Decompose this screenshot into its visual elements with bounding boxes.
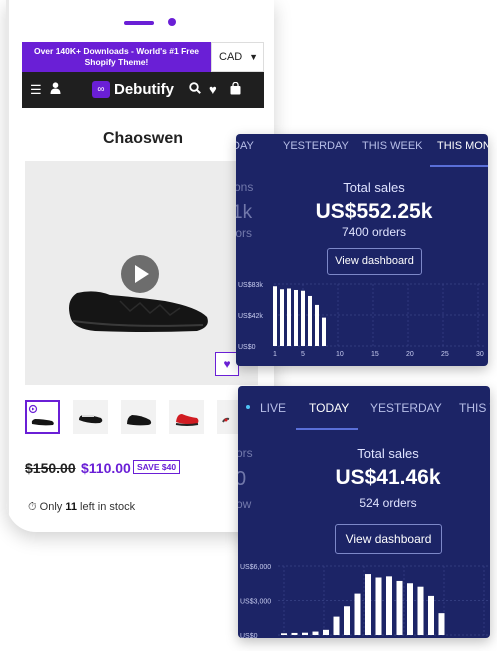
x-tick-label: 25 [441,351,449,358]
currency-value: CAD [219,51,243,63]
x-tick-label: 10 [336,351,344,358]
bar [396,580,403,635]
bar [280,289,284,346]
phone-camera [168,18,176,26]
bar [273,286,277,346]
y-tick-label: US$0 [240,633,258,638]
bar [315,304,319,346]
total-sales-value: US$552.25k [315,200,433,223]
bar [428,595,434,635]
ghost-text: tors [236,226,253,240]
price-compare: $150.00 [25,460,76,476]
stock-suffix: left in stock [80,501,136,513]
stopwatch-icon: ⏱ [28,501,37,513]
thumbnail-2[interactable] [73,400,108,434]
stock-prefix: Only [39,501,63,513]
phone-notch [76,0,206,36]
thumbnail-1[interactable] [25,400,60,434]
thumbnail-4[interactable] [169,400,204,434]
ghost-text: 0 [238,468,247,490]
bar [375,577,382,635]
logo-text[interactable]: Debutify [114,81,174,98]
thumbnail-3[interactable] [121,400,156,434]
bar [407,583,413,635]
live-dot-icon [246,405,250,409]
bar [386,576,392,635]
phone-speaker [124,21,154,25]
bar [291,632,298,635]
x-tick-label: 15 [371,351,379,358]
tab-this-week[interactable]: THIS W [459,401,490,415]
bag-icon[interactable] [230,81,241,98]
bar [322,317,326,346]
menu-icon[interactable]: ☰ [30,82,42,98]
total-sales-label: Total sales [357,446,419,461]
x-tick-label: 1 [273,351,277,358]
orders-count: 524 orders [359,496,417,510]
bar [333,616,340,635]
tab-this-week[interactable]: THIS WEEK [362,140,423,152]
stock-count: 11 [65,501,77,513]
bar [308,295,312,346]
analytics-panel-today: LIVE TODAY YESTERDAY THIS W ors 0 ow Tot… [238,386,490,638]
x-tick-label: 30 [476,351,484,358]
bar [365,574,371,635]
active-tab-indicator [430,165,488,167]
y-tick-label: US$83k [238,282,263,289]
bar [438,613,445,635]
bar [301,290,305,346]
user-icon[interactable] [50,82,61,97]
promo-banner[interactable]: Over 140K+ Downloads - World's #1 Free S… [22,42,211,72]
currency-select[interactable]: CAD ▼ [211,42,264,72]
ghost-text: ow [238,497,252,511]
product-image[interactable]: ♥ [25,161,258,385]
tab-live[interactable]: LIVE [260,401,286,415]
bar [344,606,350,635]
heart-icon[interactable]: ♥ [209,82,217,97]
tab-day[interactable]: DAY [236,140,254,152]
bar [323,629,329,635]
y-tick-label: US$3,000 [240,599,271,606]
tab-yesterday[interactable]: YESTERDAY [370,401,442,415]
view-dashboard-button[interactable]: View dashboard [327,248,422,275]
bar [294,289,298,346]
y-tick-label: US$42k [238,313,263,320]
tab-yesterday[interactable]: YESTERDAY [283,140,349,152]
bar [417,586,424,635]
product-title: Chaoswen [102,130,183,147]
ghost-text: 1k [236,202,253,223]
y-tick-label: US$0 [238,344,256,351]
ghost-text: ons [236,180,254,194]
search-icon[interactable] [189,82,201,97]
store-navbar: ☰ ∞ Debutify ♥ [22,72,264,108]
tab-this-month[interactable]: THIS MONT [437,140,488,152]
price-current: $110.00 [81,460,131,476]
bar [302,632,308,635]
bar [354,593,361,635]
view-dashboard-button[interactable]: View dashboard [335,524,442,554]
chevron-down-icon: ▼ [249,52,258,62]
x-tick-label: 20 [406,351,414,358]
bar [312,631,319,635]
save-badge: SAVE $40 [133,460,181,474]
bar [287,288,291,346]
bar [281,633,287,635]
orders-count: 7400 orders [341,225,407,239]
total-sales-label: Total sales [343,180,405,195]
total-sales-value: US$41.46k [335,466,441,489]
tab-today[interactable]: TODAY [309,401,349,415]
play-icon[interactable] [121,255,159,293]
y-tick-label: US$6,000 [240,564,271,571]
logo-icon[interactable]: ∞ [92,81,110,98]
x-tick-label: 5 [301,351,305,358]
stock-indicator: ⏱ Only 11 left in stock [28,501,135,514]
active-tab-indicator [296,428,358,430]
analytics-panel-month: DAY YESTERDAY THIS WEEK THIS MONT ons 1k… [236,134,488,366]
ghost-text: ors [238,446,253,460]
